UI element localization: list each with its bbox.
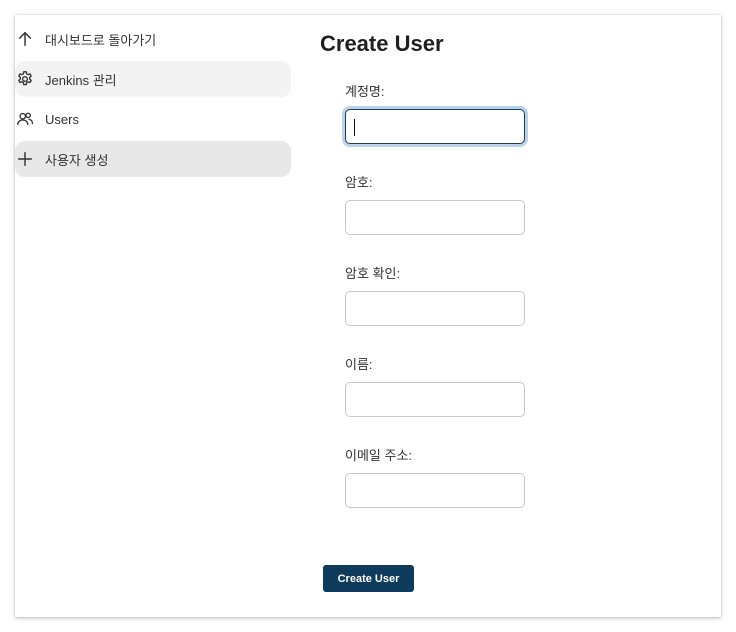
page-title: Create User (320, 31, 444, 56)
sidebar-item-label: Users (45, 111, 79, 127)
plus-icon (15, 149, 35, 169)
email-input[interactable] (345, 473, 525, 508)
username-field-group: 계정명: (345, 83, 545, 174)
password-field-group: 암호: (345, 174, 545, 265)
password-confirm-field-group: 암호 확인: (345, 265, 545, 356)
fullname-input[interactable] (345, 382, 525, 417)
password-confirm-label: 암호 확인: (345, 266, 401, 281)
text-caret (354, 119, 355, 136)
page-container: 대시보드로 돌아가기 Jenkins 관리 Users 사용자 생성 Creat… (15, 15, 721, 617)
fullname-label: 이름: (345, 357, 373, 372)
sidebar-item-label: Jenkins 관리 (45, 72, 117, 88)
sidebar-item-label: 대시보드로 돌아가기 (45, 32, 157, 48)
create-user-form: 계정명: 암호: 암호 확인: 이름: 이메일 주소: (345, 83, 545, 538)
sidebar: 대시보드로 돌아가기 Jenkins 관리 Users 사용자 생성 (15, 21, 291, 181)
password-confirm-input[interactable] (345, 291, 525, 326)
arrow-up-icon (15, 29, 35, 49)
fullname-field-group: 이름: (345, 356, 545, 447)
username-input[interactable] (345, 109, 525, 144)
email-label: 이메일 주소: (345, 448, 413, 463)
create-user-button[interactable]: Create User (323, 565, 414, 592)
sidebar-item-label: 사용자 생성 (45, 152, 109, 168)
sidebar-item-back-to-dashboard[interactable]: 대시보드로 돌아가기 (15, 21, 291, 57)
password-label: 암호: (345, 175, 373, 190)
password-input[interactable] (345, 200, 525, 235)
sidebar-item-manage-jenkins[interactable]: Jenkins 관리 (15, 61, 291, 97)
sidebar-item-create-user[interactable]: 사용자 생성 (15, 141, 291, 177)
email-field-group: 이메일 주소: (345, 447, 545, 538)
username-label: 계정명: (345, 84, 385, 99)
sidebar-item-users[interactable]: Users (15, 101, 291, 137)
gear-icon (15, 69, 35, 89)
users-icon (15, 109, 35, 129)
